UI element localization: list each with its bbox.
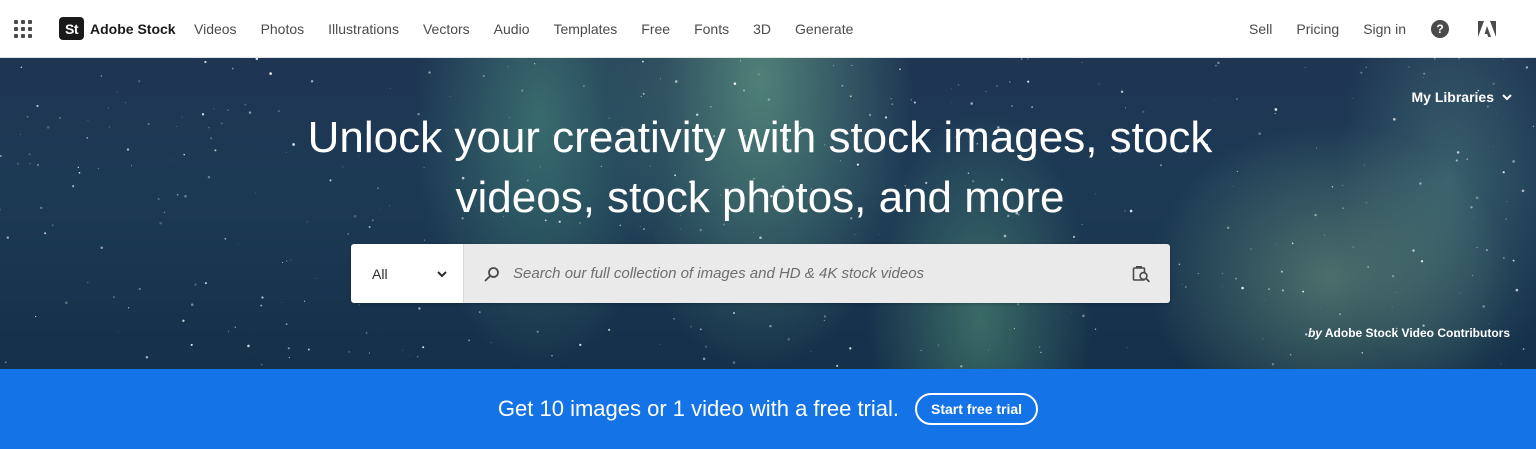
brand-logo[interactable]: St Adobe Stock: [59, 17, 176, 40]
my-libraries-dropdown[interactable]: My Libraries: [1412, 89, 1512, 105]
my-libraries-label: My Libraries: [1411, 89, 1494, 105]
adobe-stock-logo-icon: St: [59, 17, 84, 40]
nav-generate[interactable]: Generate: [795, 21, 853, 37]
nav-audio[interactable]: Audio: [494, 21, 530, 37]
sell-link[interactable]: Sell: [1249, 21, 1272, 37]
nav-vectors[interactable]: Vectors: [423, 21, 470, 37]
search-input[interactable]: [513, 265, 1132, 282]
help-icon[interactable]: ?: [1431, 20, 1449, 38]
top-navigation: St Adobe Stock Videos Photos Illustratio…: [0, 0, 1536, 58]
search-filter-select[interactable]: All: [351, 244, 464, 303]
free-trial-text: Get 10 images or 1 video with a free tri…: [497, 396, 900, 421]
image-attribution: by Adobe Stock Video Contributors: [1308, 326, 1510, 340]
chevron-down-icon: [437, 270, 447, 277]
sign-in-link[interactable]: Sign in: [1363, 21, 1406, 37]
adobe-logo-icon[interactable]: [1478, 21, 1496, 37]
chevron-down-icon: [1502, 94, 1512, 101]
free-trial-banner: Get 10 images or 1 video with a free tri…: [0, 369, 1536, 449]
nav-templates[interactable]: Templates: [553, 21, 617, 37]
start-free-trial-button[interactable]: Start free trial: [915, 393, 1039, 425]
search-filter-value: All: [372, 265, 388, 282]
hero-banner: My Libraries Unlock your creativity with…: [0, 58, 1536, 369]
nav-3d[interactable]: 3D: [753, 21, 771, 37]
search-field: [464, 244, 1170, 303]
primary-nav: Videos Photos Illustrations Vectors Audi…: [194, 0, 877, 58]
nav-illustrations[interactable]: Illustrations: [328, 21, 399, 37]
attribution-name: Adobe Stock Video Contributors: [1324, 326, 1510, 340]
hero-title: Unlock your creativity with stock images…: [307, 113, 1213, 222]
search-icon: [484, 266, 499, 281]
nav-fonts[interactable]: Fonts: [694, 21, 729, 37]
pricing-link[interactable]: Pricing: [1296, 21, 1339, 37]
account-nav: Sell Pricing Sign in ?: [1225, 0, 1496, 58]
visual-search-icon[interactable]: [1132, 265, 1150, 283]
app-switcher-grid-icon[interactable]: [14, 20, 32, 38]
search-bar: All: [351, 244, 1170, 303]
brand-name: Adobe Stock: [90, 20, 176, 37]
nav-free[interactable]: Free: [641, 21, 670, 37]
attribution-by: by: [1307, 326, 1322, 340]
nav-videos[interactable]: Videos: [194, 21, 237, 37]
nav-photos[interactable]: Photos: [261, 21, 305, 37]
